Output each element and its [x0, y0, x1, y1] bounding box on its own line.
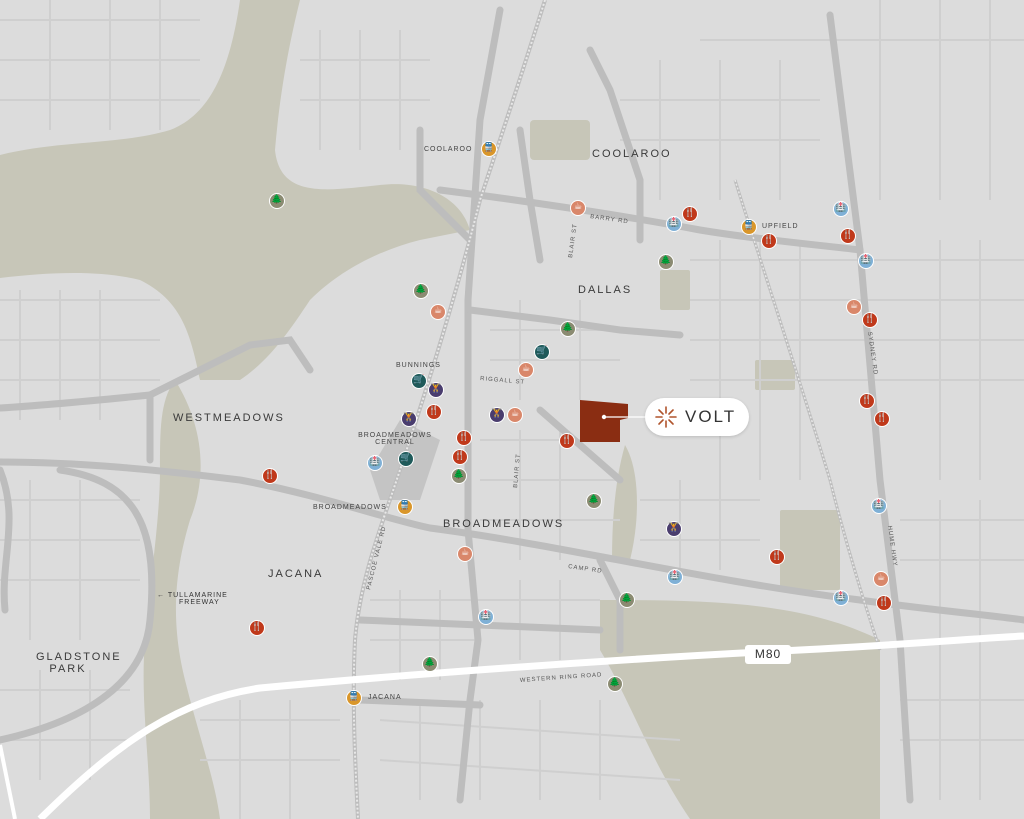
medical-icon[interactable]: 🏥: [858, 253, 874, 269]
label-tullamarine-freeway: ← TULLAMARINE FREEWAY: [157, 592, 228, 606]
park-icon[interactable]: 🌲: [413, 283, 429, 299]
park-icon[interactable]: 🌲: [451, 468, 467, 484]
label-broadmeadows-station: BROADMEADOWS: [313, 504, 387, 511]
park-icon[interactable]: 🌲: [619, 592, 635, 608]
cafe-icon[interactable]: ☕: [430, 304, 446, 320]
medical-icon[interactable]: 🏥: [666, 216, 682, 232]
shopping-icon[interactable]: 🛒: [534, 344, 550, 360]
medical-icon[interactable]: 🏥: [871, 498, 887, 514]
label-upfield-station: UPFIELD: [762, 223, 799, 230]
label-tullamarine-line2: FREEWAY: [179, 599, 220, 606]
gym-icon[interactable]: 🏋: [666, 521, 682, 537]
suburb-gladstone-park-line2: PARK: [49, 663, 87, 675]
suburb-westmeadows: WESTMEADOWS: [173, 412, 285, 424]
label-tullamarine-line1: TULLAMARINE: [167, 592, 228, 599]
park-icon[interactable]: 🌲: [422, 656, 438, 672]
suburb-gladstone-park: GLADSTONE PARK: [36, 651, 122, 675]
food-icon[interactable]: 🍴: [559, 433, 575, 449]
food-icon[interactable]: 🍴: [862, 312, 878, 328]
food-icon[interactable]: 🍴: [840, 228, 856, 244]
volt-logo-icon: [655, 406, 677, 428]
suburb-jacana: JACANA: [268, 568, 324, 580]
cafe-icon[interactable]: ☕: [507, 407, 523, 423]
medical-icon[interactable]: 🏥: [478, 609, 494, 625]
tullamarine-arrow-icon: ←: [157, 592, 165, 599]
food-icon[interactable]: 🍴: [262, 468, 278, 484]
food-icon[interactable]: 🍴: [876, 595, 892, 611]
label-broadmeadows-central-line1: BROADMEADOWS: [358, 432, 432, 439]
cafe-icon[interactable]: ☕: [873, 571, 889, 587]
cafe-icon[interactable]: ☕: [518, 362, 534, 378]
food-icon[interactable]: 🍴: [452, 449, 468, 465]
medical-icon[interactable]: 🏥: [667, 569, 683, 585]
suburb-gladstone-park-line1: GLADSTONE: [36, 651, 122, 663]
m80-shield: M80: [745, 645, 791, 664]
park-icon[interactable]: 🌲: [560, 321, 576, 337]
volt-badge[interactable]: VOLT: [645, 398, 749, 436]
food-icon[interactable]: 🍴: [761, 233, 777, 249]
food-icon[interactable]: 🍴: [249, 620, 265, 636]
medical-icon[interactable]: 🏥: [833, 590, 849, 606]
volt-leader-dot: [601, 414, 607, 420]
medical-icon[interactable]: 🏥: [367, 455, 383, 471]
food-icon[interactable]: 🍴: [874, 411, 890, 427]
food-icon[interactable]: 🍴: [456, 430, 472, 446]
gym-icon[interactable]: 🏋: [401, 411, 417, 427]
park-icon[interactable]: 🌲: [586, 493, 602, 509]
cafe-icon[interactable]: ☕: [846, 299, 862, 315]
label-coolaroo-station: COOLAROO: [424, 146, 473, 153]
park-icon[interactable]: 🌲: [607, 676, 623, 692]
suburb-coolaroo: COOLAROO: [592, 148, 672, 160]
suburb-broadmeadows: BROADMEADOWS: [443, 518, 565, 530]
shopping-icon[interactable]: 🛒: [398, 451, 414, 467]
train-icon[interactable]: 🚆: [397, 499, 413, 515]
label-jacana-station: JACANA: [368, 694, 402, 701]
train-icon[interactable]: 🚆: [741, 219, 757, 235]
food-icon[interactable]: 🍴: [426, 404, 442, 420]
gym-icon[interactable]: 🏋: [489, 407, 505, 423]
park-icon[interactable]: 🌲: [658, 254, 674, 270]
label-bunnings: BUNNINGS: [396, 362, 441, 369]
food-icon[interactable]: 🍴: [769, 549, 785, 565]
train-icon[interactable]: 🚆: [346, 690, 362, 706]
shopping-icon[interactable]: 🛒: [411, 373, 427, 389]
food-icon[interactable]: 🍴: [859, 393, 875, 409]
volt-name: VOLT: [685, 407, 737, 426]
cafe-icon[interactable]: ☕: [570, 200, 586, 216]
gym-icon[interactable]: 🏋: [428, 382, 444, 398]
park-icon[interactable]: 🌲: [269, 193, 285, 209]
train-icon[interactable]: 🚆: [481, 141, 497, 157]
suburb-dallas: DALLAS: [578, 284, 633, 296]
label-broadmeadows-central: BROADMEADOWS CENTRAL: [350, 432, 440, 446]
label-broadmeadows-central-line2: CENTRAL: [375, 439, 415, 446]
medical-icon[interactable]: 🏥: [833, 201, 849, 217]
cafe-icon[interactable]: ☕: [457, 546, 473, 562]
food-icon[interactable]: 🍴: [682, 206, 698, 222]
